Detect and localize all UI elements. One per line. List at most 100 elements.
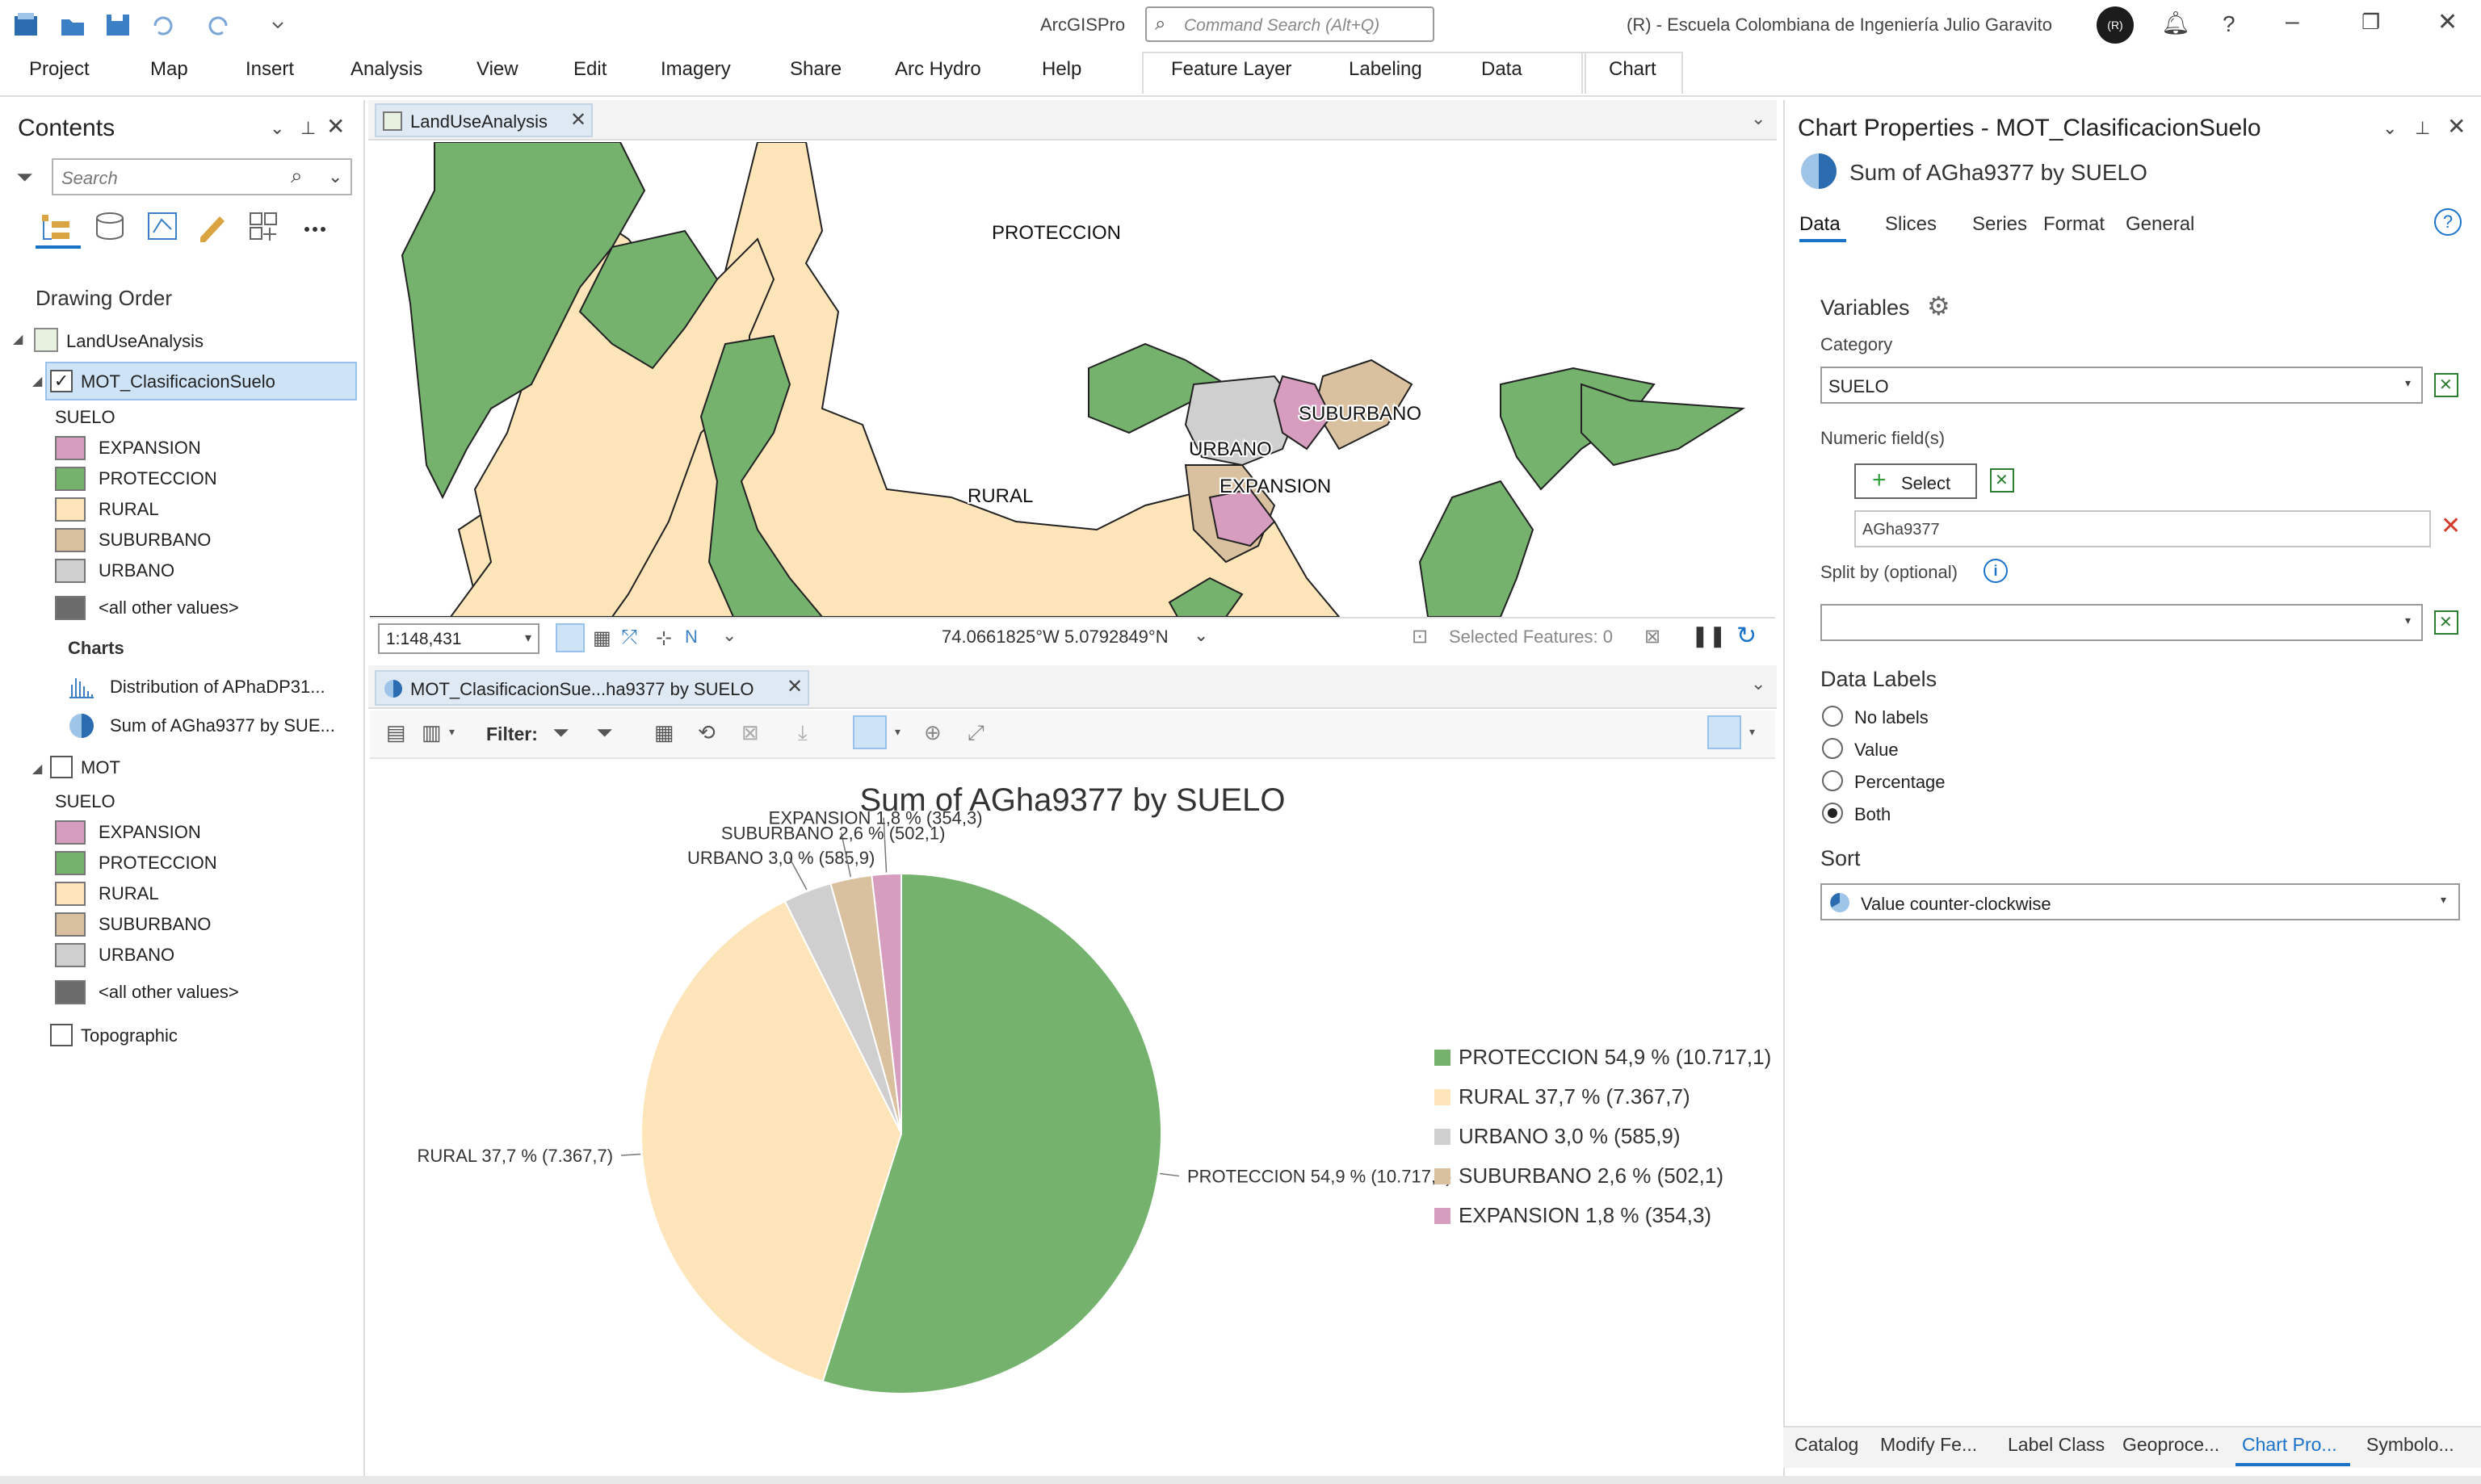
map-name[interactable]: LandUseAnalysis <box>66 331 204 352</box>
tab-share[interactable]: Share <box>790 58 842 81</box>
basemap-name[interactable]: Topographic <box>81 1025 178 1046</box>
numeric-field-input[interactable]: AGha9377 <box>1854 510 2431 547</box>
tab-edit[interactable]: Edit <box>573 58 607 81</box>
radio-value[interactable] <box>1822 738 1843 759</box>
table-icon[interactable]: ▦ <box>654 720 674 745</box>
chart-properties-icon[interactable]: ▥ <box>422 720 442 745</box>
legend-swatch[interactable] <box>55 882 86 906</box>
layer-visibility-checkbox[interactable] <box>50 1024 73 1046</box>
snapping-icon[interactable]: ⊹ <box>656 627 672 650</box>
navigate-icon[interactable]: ⤱ <box>622 627 637 649</box>
chart-item-sum[interactable]: Sum of AGha9377 by SUE... <box>110 715 335 736</box>
tab-data[interactable]: Data <box>1481 58 1522 81</box>
close-icon[interactable]: ✕ <box>787 675 803 698</box>
category-select[interactable]: SUELO ▾ <box>1820 367 2423 404</box>
tab-chart-view[interactable]: MOT_ClasificacionSue...ha9377 by SUELO ✕ <box>375 670 809 706</box>
legend-swatch[interactable] <box>55 851 86 875</box>
close-icon[interactable]: ✕ <box>326 113 345 140</box>
minimize-icon[interactable]: – <box>2286 8 2299 36</box>
legend-swatch[interactable] <box>55 596 86 620</box>
zoom-to-icon[interactable]: ⤓ <box>798 720 808 746</box>
sort-select[interactable]: Value counter-clockwise ▾ <box>1820 883 2460 920</box>
refresh-icon[interactable]: ↻ <box>1736 622 1757 650</box>
restore-icon[interactable]: ❐ <box>2361 10 2380 35</box>
field-calculator-icon[interactable] <box>1990 468 2014 493</box>
tab-general[interactable]: General <box>2126 213 2194 236</box>
tab-arc-hydro[interactable]: Arc Hydro <box>895 58 981 81</box>
tab-chart-properties[interactable]: Chart Pro... <box>2242 1434 2337 1456</box>
collapse-icon[interactable]: ◢ <box>32 761 42 777</box>
gear-icon[interactable]: ⚙ <box>1927 291 1950 321</box>
legend-swatch[interactable] <box>55 980 86 1004</box>
clear-selection-icon[interactable]: ⊠ <box>1644 625 1660 648</box>
legend-swatch[interactable] <box>55 912 86 937</box>
filter-icon[interactable]: ⏷ <box>16 165 33 191</box>
legend-toggle-icon[interactable] <box>1707 715 1741 749</box>
radio-percentage[interactable] <box>1822 770 1843 791</box>
export-icon[interactable]: ▤ <box>386 720 406 745</box>
remove-field-icon[interactable]: ✕ <box>2441 512 2461 540</box>
legend-swatch[interactable] <box>55 467 86 491</box>
chart-legend-swatch[interactable] <box>1434 1129 1450 1145</box>
tab-chart[interactable]: Chart <box>1609 58 1656 81</box>
help-icon[interactable]: ? <box>2223 11 2235 37</box>
tab-slices[interactable]: Slices <box>1885 213 1937 236</box>
tab-geoprocessing[interactable]: Geoproce... <box>2122 1434 2219 1456</box>
filter-selection-icon[interactable]: ⏷ <box>596 720 613 746</box>
pause-icon[interactable]: ❚❚ <box>1691 623 1727 648</box>
radio-both[interactable] <box>1822 803 1843 824</box>
collapse-icon[interactable]: ◢ <box>32 373 42 389</box>
tab-symbology[interactable]: Symbolo... <box>2366 1434 2454 1456</box>
chevron-down-icon[interactable]: ⌄ <box>1751 673 1765 694</box>
grid-icon[interactable]: ▦ <box>593 627 611 650</box>
legend-swatch[interactable] <box>55 497 86 522</box>
zoom-in-icon[interactable]: ⊕ <box>924 720 942 745</box>
tab-format[interactable]: Format <box>2043 213 2105 236</box>
tab-insert[interactable]: Insert <box>246 58 294 81</box>
chevron-down-icon[interactable]: ⌄ <box>328 166 342 187</box>
tab-project[interactable]: Project <box>29 58 90 81</box>
legend-swatch[interactable] <box>55 820 86 845</box>
chevron-down-icon[interactable]: ▾ <box>1749 725 1755 739</box>
chevron-down-icon[interactable]: ▾ <box>895 725 900 739</box>
collapse-icon[interactable]: ◢ <box>13 331 23 347</box>
pin-icon[interactable]: ⊥ <box>2415 118 2430 139</box>
chart-legend-swatch[interactable] <box>1434 1168 1450 1184</box>
chart-legend-swatch[interactable] <box>1434 1089 1450 1105</box>
contents-view-toolbar[interactable] <box>36 210 342 250</box>
tab-view[interactable]: View <box>476 58 518 81</box>
chevron-down-icon[interactable]: ⌄ <box>1194 625 1208 646</box>
legend-swatch[interactable] <box>55 559 86 583</box>
legend-swatch[interactable] <box>55 436 86 460</box>
switch-selection-icon[interactable]: ⟲ <box>698 720 716 745</box>
legend-swatch[interactable] <box>55 528 86 552</box>
command-search[interactable]: ⌕ Command Search (Alt+Q) <box>1145 6 1434 42</box>
tab-help[interactable]: Help <box>1042 58 1081 81</box>
layer-name[interactable]: MOT <box>81 757 120 778</box>
chevron-down-icon[interactable]: ▾ <box>449 725 455 739</box>
tab-label-class[interactable]: Label Class <box>2008 1434 2105 1456</box>
clear-selection-icon[interactable]: ⊠ <box>741 720 759 745</box>
chevron-down-icon[interactable]: ⌄ <box>722 625 737 646</box>
chart-legend-swatch[interactable] <box>1434 1050 1450 1066</box>
filter-extent-icon[interactable]: ⏷ <box>552 720 569 746</box>
chevron-down-icon[interactable]: ⌄ <box>270 118 284 139</box>
tab-landuseanalysis[interactable]: LandUseAnalysis ✕ <box>375 103 593 137</box>
notifications-icon[interactable]: 🔔︎ <box>2161 10 2190 36</box>
chart-item-distribution[interactable]: Distribution of APhaDP31... <box>110 677 325 698</box>
scale-selector[interactable]: 1:148,431 ▾ <box>378 623 539 654</box>
tab-analysis[interactable]: Analysis <box>351 58 422 81</box>
radio-no-labels[interactable] <box>1822 706 1843 727</box>
tab-imagery[interactable]: Imagery <box>661 58 731 81</box>
layer-visibility-checkbox[interactable] <box>50 756 73 778</box>
chevron-down-icon[interactable]: ⌄ <box>1751 108 1765 129</box>
tab-data[interactable]: Data <box>1799 213 1841 236</box>
layer-visibility-checkbox[interactable]: ✓ <box>50 370 73 392</box>
full-extent-icon[interactable]: ⤢ <box>968 720 984 746</box>
map-canvas[interactable]: PROTECCION RURAL URBANO SUBURBANO EXPANS… <box>370 142 1775 617</box>
tab-labeling[interactable]: Labeling <box>1349 58 1422 81</box>
close-icon[interactable]: ✕ <box>2447 113 2466 140</box>
tab-catalog[interactable]: Catalog <box>1795 1434 1858 1456</box>
avatar[interactable]: (R) <box>2097 6 2134 44</box>
tab-series[interactable]: Series <box>1972 213 2027 236</box>
